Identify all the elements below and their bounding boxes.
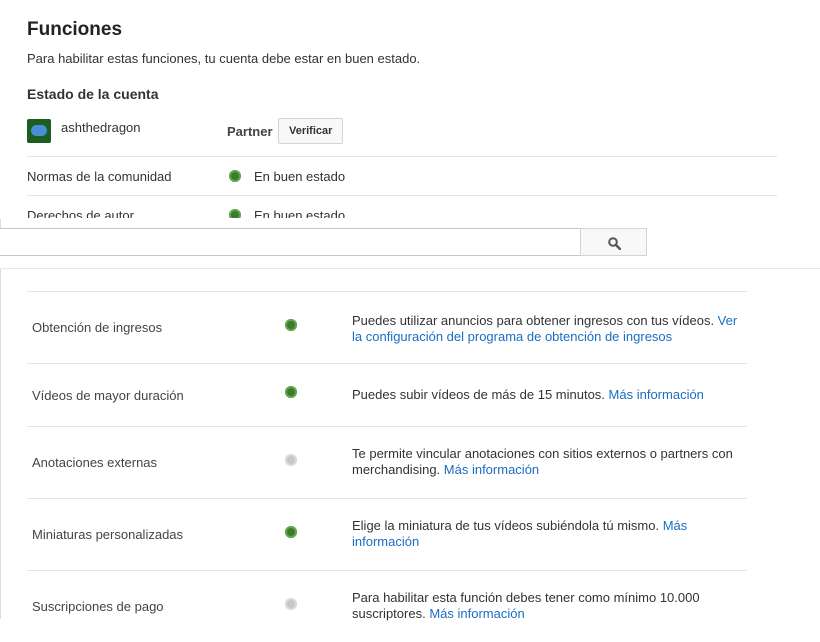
page-subtitle: Para habilitar estas funciones, tu cuent… <box>27 51 421 66</box>
feature-description: Te permite vincular anotaciones con siti… <box>352 446 733 477</box>
feature-row-paid-subscriptions: Suscripciones de pago Para habilitar est… <box>27 571 747 642</box>
avatar[interactable] <box>27 119 51 143</box>
status-enabled-icon <box>285 319 297 331</box>
status-row-copyright: Derechos de autor En buen estado <box>27 196 777 218</box>
feature-link[interactable]: Más información <box>444 462 539 477</box>
partner-label: Partner <box>227 124 273 139</box>
feature-row-custom-thumbnails: Miniaturas personalizadas Elige la minia… <box>27 499 747 571</box>
status-ok-icon <box>229 209 241 218</box>
feature-name: Vídeos de mayor duración <box>32 388 184 403</box>
feature-row-monetization: Obtención de ingresos Puedes utilizar an… <box>27 292 747 364</box>
status-label: Normas de la comunidad <box>27 169 172 184</box>
feature-row-long-videos: Vídeos de mayor duración Puedes subir ví… <box>27 364 747 427</box>
feature-description: Puedes utilizar anuncios para obtener in… <box>352 313 738 344</box>
search-button[interactable] <box>580 228 647 256</box>
status-enabled-icon <box>285 386 297 398</box>
status-disabled-icon <box>285 598 297 610</box>
status-label: Derechos de autor <box>27 208 134 218</box>
page-title: Funciones <box>27 19 123 40</box>
search-icon <box>608 237 621 250</box>
status-value: En buen estado <box>254 208 346 218</box>
feature-link[interactable]: Más información <box>609 387 704 402</box>
features-panel: Funciones Para habilitar estas funciones… <box>0 0 820 218</box>
feature-name: Anotaciones externas <box>32 455 158 470</box>
username: ashthedragon <box>61 120 141 135</box>
feature-description: Elige la miniatura de tus vídeos subiénd… <box>352 518 688 549</box>
account-status-title: Estado de la cuenta <box>27 86 159 102</box>
status-row-community: Normas de la comunidad En buen estado <box>27 157 777 196</box>
feature-description: Puedes subir vídeos de más de 15 minutos… <box>352 387 704 402</box>
divider <box>0 219 1 619</box>
status-disabled-icon <box>285 454 297 466</box>
status-value: En buen estado <box>254 169 346 184</box>
feature-name: Suscripciones de pago <box>32 599 164 614</box>
verify-button[interactable]: Verificar <box>278 118 344 144</box>
feature-description: Para habilitar esta función debes tener … <box>352 590 700 621</box>
feature-name: Miniaturas personalizadas <box>32 527 184 542</box>
feature-name: Obtención de ingresos <box>32 320 163 335</box>
search-bar <box>0 228 820 269</box>
account-row: ashthedragon Partner Verificar <box>27 115 777 157</box>
search-input[interactable] <box>0 228 580 256</box>
status-enabled-icon <box>285 526 297 538</box>
status-ok-icon <box>229 170 241 182</box>
feature-row-external-annotations: Anotaciones externas Te permite vincular… <box>27 427 747 499</box>
